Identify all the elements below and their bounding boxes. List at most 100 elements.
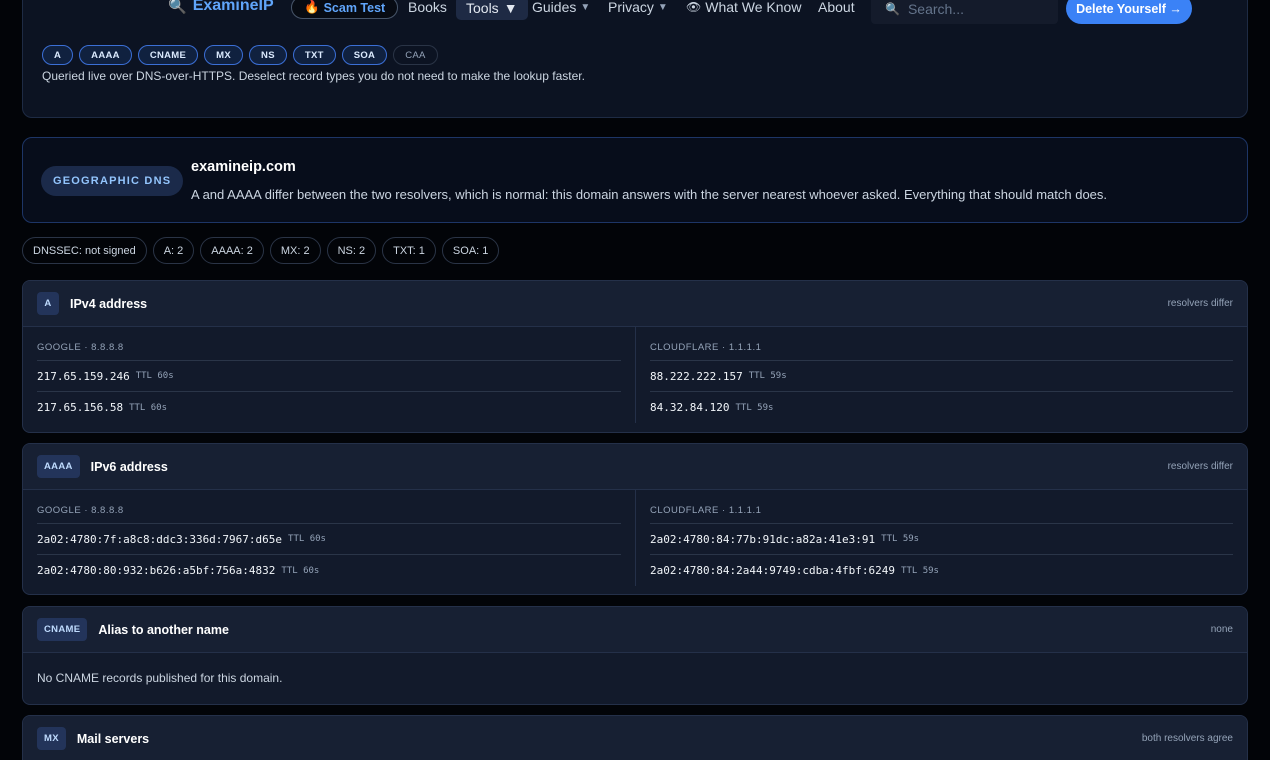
record-value: 2a02:4780:80:932:b626:a5bf:756a:4832 [37,564,276,577]
record-header[interactable]: MX Mail servers both resolvers agree [23,716,1247,760]
record-status: resolvers differ [1167,461,1233,472]
chip-mx[interactable]: MX [204,45,244,65]
nav-privacy[interactable]: Privacy ▼ [608,0,668,15]
google-column: GOOGLE · 8.8.8.8 2a02:4780:7f:a8c8:ddc3:… [23,490,635,586]
search-icon: 🔍 [885,2,900,16]
magnifier-icon: 🔍 [168,0,187,15]
record-card-aaaa: AAAA IPv6 address resolvers differ GOOGL… [22,443,1248,595]
chevron-down-icon: ▼ [657,1,668,13]
record-type-badge: CNAME [37,618,88,641]
domain-title: examineip.com [191,159,296,175]
record-row: 2a02:4780:80:932:b626:a5bf:756a:4832 TTL … [37,555,621,586]
chip-aaaa[interactable]: AAAA [79,45,132,65]
nav-books-label: Books [408,0,447,15]
record-header[interactable]: AAAA IPv6 address resolvers differ [23,444,1247,490]
nav-privacy-label: Privacy [608,0,654,15]
resolver-label: CLOUDFLARE · 1.1.1.1 [650,498,1233,524]
stat-a: A: 2 [152,237,195,264]
nav-tools[interactable]: Tools ▼ [456,0,528,20]
resolver-label: CLOUDFLARE · 1.1.1.1 [650,335,1233,361]
record-value: 2a02:4780:7f:a8c8:ddc3:336d:7967:d65e [37,532,283,546]
stat-dnssec: DNSSEC: not signed [22,237,147,264]
record-row: 217.65.159.246 TTL 60s [37,361,621,392]
record-status: none [1210,624,1233,635]
record-title: Mail servers [76,731,150,746]
chip-ns[interactable]: NS [249,45,287,65]
nav-guides-label: Guides [532,0,577,15]
record-header[interactable]: CNAME Alias to another name none [23,607,1247,653]
ttl-label: TTL 59s [735,402,774,413]
record-value: 2a02:4780:84:2a44:9749:cdba:4fbf:6249 [650,564,896,577]
cloudflare-column: CLOUDFLARE · 1.1.1.1 88.222.222.157 TTL 5… [635,327,1247,423]
nav-about[interactable]: About [818,0,855,15]
resolver-label: GOOGLE · 8.8.8.8 [37,335,621,361]
nav-what-we-know-label: What We Know [705,0,802,15]
record-row: 2a02:4780:7f:a8c8:ddc3:336d:7967:d65e TTL… [37,524,621,555]
chip-a[interactable]: A [42,45,74,65]
chevron-down-icon: ▼ [503,0,518,16]
query-note: Queried live over DNS-over-HTTPS. Desele… [42,69,585,83]
record-value: 217.65.159.246 [37,369,130,383]
nav-books[interactable]: Books [408,0,447,15]
record-card-mx: MX Mail servers both resolvers agree [22,715,1248,760]
record-row: 88.222.222.157 TTL 59s [650,361,1233,392]
stat-txt: TXT: 1 [382,237,436,264]
ttl-label: TTL 60s [288,534,326,544]
ttl-label: TTL 59s [901,565,939,576]
top-nav: 🔍 ExamineIP 🔥 Scam Test Books Tools ▼ Gui… [0,0,1270,24]
nav-about-label: About [818,0,855,15]
ttl-label: TTL 59s [881,534,920,544]
record-header[interactable]: A IPv4 address resolvers differ [23,281,1247,327]
record-status: resolvers differ [1167,298,1233,309]
record-card-a: A IPv4 address resolvers differ GOOGLE ·… [22,280,1248,433]
scam-test-label: Scam Test [323,0,386,15]
ttl-label: TTL 60s [281,565,320,576]
record-value: 88.222.222.157 [650,369,743,383]
cloudflare-column: CLOUDFLARE · 1.1.1.1 2a02:4780:84:77b:91… [635,490,1247,586]
record-stats: DNSSEC: not signed A: 2 AAAA: 2 MX: 2 NS… [22,237,500,264]
ttl-label: TTL 60s [129,402,168,413]
ttl-label: TTL 60s [135,371,174,381]
geo-description: A and AAAA differ between the two resolv… [191,187,1108,202]
chip-caa[interactable]: CAA [393,45,438,65]
chevron-down-icon: ▼ [580,1,591,13]
record-status: both resolvers agree [1141,733,1233,744]
record-title: IPv4 address [70,296,148,311]
nav-what-we-know[interactable]: 👁 What We Know [686,0,801,15]
search-placeholder: Search... [907,1,964,17]
resolver-label: GOOGLE · 8.8.8.8 [37,498,621,524]
search-input[interactable]: 🔍 Search... [871,0,1058,24]
record-row: 84.32.84.120 TTL 59s [650,392,1233,423]
record-type-badge: A [37,292,59,315]
stat-soa: SOA: 1 [441,237,500,264]
nav-tools-label: Tools [466,0,499,16]
chip-txt[interactable]: TXT [292,45,336,65]
eye-icon: 👁 [686,0,702,14]
geo-dns-badge: GEOGRAPHIC DNS [41,166,184,196]
google-column: GOOGLE · 8.8.8.8 217.65.159.246 TTL 60s 2… [23,327,635,423]
stat-ns: NS: 2 [326,237,377,264]
ttl-label: TTL 59s [748,371,787,381]
scam-test-button[interactable]: 🔥 Scam Test [291,0,399,19]
record-value: 217.65.156.58 [37,401,124,414]
delete-yourself-button[interactable]: Delete Yourself → [1066,0,1192,24]
empty-message: No CNAME records published for this doma… [37,671,283,685]
fire-icon: 🔥 [304,0,320,14]
nav-guides[interactable]: Guides ▼ [532,0,590,15]
stat-mx: MX: 2 [269,237,321,264]
record-row: 2a02:4780:84:77b:91dc:a82a:41e3:91 TTL 59… [650,524,1233,555]
chip-cname[interactable]: CNAME [137,45,199,65]
record-value: 2a02:4780:84:77b:91dc:a82a:41e3:91 [650,532,876,546]
record-card-cname: CNAME Alias to another name none No CNAM… [22,606,1248,705]
record-title: IPv6 address [90,459,168,474]
brand-name: ExamineIP [192,0,274,14]
record-type-badge: MX [37,727,66,750]
brand-logo[interactable]: 🔍 ExamineIP [168,0,274,15]
record-type-badge: AAAA [37,455,80,478]
record-row: 217.65.156.58 TTL 60s [37,392,621,423]
chip-soa[interactable]: SOA [341,45,388,65]
geo-dns-card: GEOGRAPHIC DNS examineip.com A and AAAA … [22,137,1248,223]
record-type-chips: A AAAA CNAME MX NS TXT SOA CAA [42,45,438,65]
record-title: Alias to another name [98,622,229,637]
record-row: 2a02:4780:84:2a44:9749:cdba:4fbf:6249 TTL… [650,555,1233,586]
